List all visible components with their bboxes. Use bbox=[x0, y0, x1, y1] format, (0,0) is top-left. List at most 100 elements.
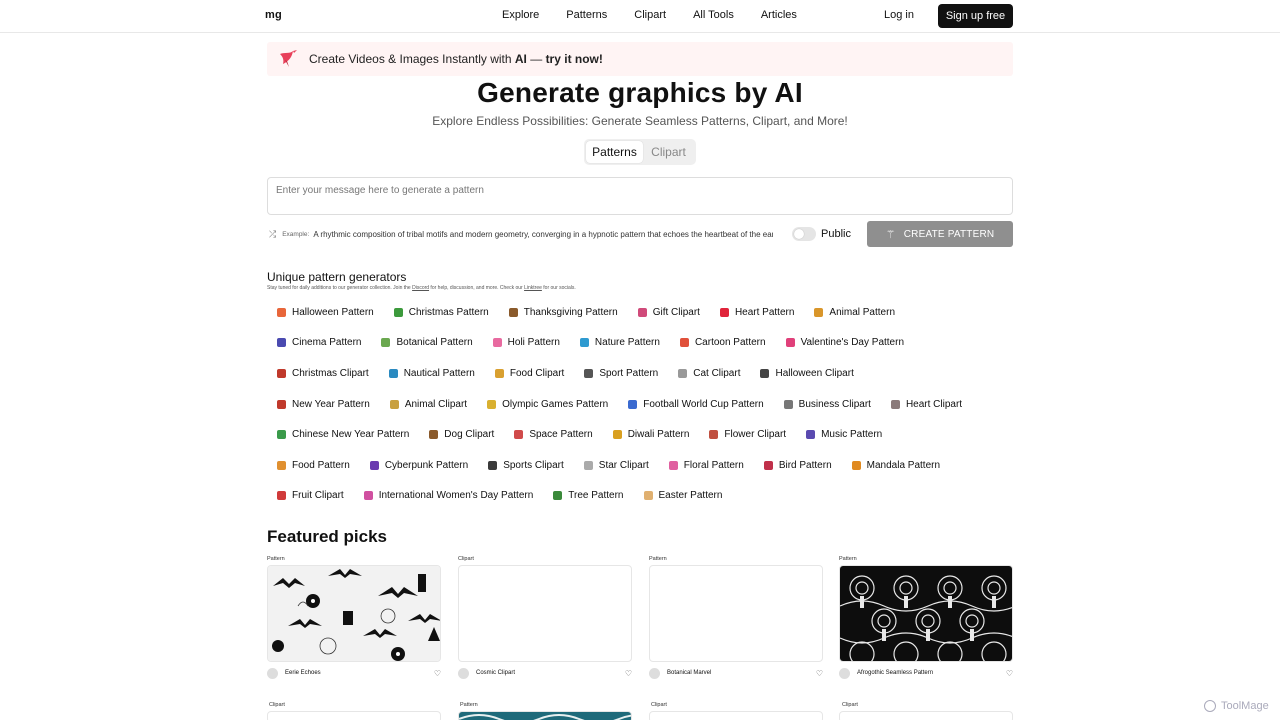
featured-card[interactable]: Pattern bbox=[839, 556, 1013, 679]
card-thumbnail[interactable] bbox=[458, 711, 632, 720]
shuffle-icon[interactable]: ⤮ bbox=[269, 229, 276, 240]
card-thumbnail-blank[interactable] bbox=[458, 565, 632, 662]
generator-chip[interactable]: Food Clipart bbox=[485, 360, 574, 386]
nav-clipart[interactable]: Clipart bbox=[634, 9, 666, 21]
generator-chip[interactable]: Gift Clipart bbox=[628, 299, 710, 325]
create-pattern-button[interactable]: ⚚ CREATE PATTERN bbox=[867, 221, 1013, 247]
discord-link[interactable]: Discord bbox=[412, 285, 429, 291]
tab-patterns[interactable]: Patterns bbox=[586, 141, 643, 163]
heart-icon[interactable]: ♡ bbox=[434, 669, 441, 678]
generator-chip[interactable]: Sports Clipart bbox=[478, 452, 574, 478]
generator-emoji-icon bbox=[814, 307, 824, 317]
generator-chip[interactable]: Diwali Pattern bbox=[603, 422, 700, 448]
generator-chip[interactable]: Music Pattern bbox=[796, 422, 892, 448]
author-avatar[interactable] bbox=[839, 667, 850, 679]
generator-chip[interactable]: Cinema Pattern bbox=[267, 330, 371, 356]
generator-chip-label: Olympic Games Pattern bbox=[502, 398, 609, 410]
generator-chip[interactable]: International Women's Day Pattern bbox=[354, 483, 544, 509]
nav-articles[interactable]: Articles bbox=[761, 9, 797, 21]
generator-chip[interactable]: Olympic Games Pattern bbox=[477, 391, 618, 417]
generator-chip[interactable]: Star Clipart bbox=[574, 452, 659, 478]
generator-chip[interactable]: Botanical Pattern bbox=[371, 330, 482, 356]
nav-all-tools[interactable]: All Tools bbox=[693, 9, 734, 21]
generator-chip[interactable]: Heart Pattern bbox=[710, 299, 804, 325]
generator-chip[interactable]: Food Pattern bbox=[267, 452, 360, 478]
generator-chip-label: Business Clipart bbox=[798, 398, 871, 410]
linktree-link[interactable]: Linktree bbox=[524, 285, 542, 291]
tab-clipart[interactable]: Clipart bbox=[643, 141, 694, 163]
card-title[interactable]: Botanical Marvel bbox=[667, 670, 816, 676]
card-title[interactable]: Eerie Echoes bbox=[285, 670, 434, 676]
generator-emoji-icon bbox=[678, 368, 688, 378]
generator-chip[interactable]: Business Clipart bbox=[774, 391, 881, 417]
site-logo[interactable]: mg bbox=[265, 9, 282, 21]
generator-chip[interactable]: Space Pattern bbox=[504, 422, 602, 448]
nav-patterns[interactable]: Patterns bbox=[566, 9, 607, 21]
generator-chip[interactable]: Halloween Clipart bbox=[750, 360, 863, 386]
login-link[interactable]: Log in bbox=[884, 9, 914, 21]
generator-chip[interactable]: Heart Clipart bbox=[881, 391, 972, 417]
card-title[interactable]: Afrogothic Seamless Pattern bbox=[857, 670, 1006, 676]
card-thumbnail[interactable] bbox=[839, 711, 1013, 720]
generator-chip[interactable]: Holi Pattern bbox=[483, 330, 570, 356]
featured-card[interactable]: Pattern Botanical Marvel ♡ bbox=[649, 556, 823, 679]
generator-chip[interactable]: Cat Clipart bbox=[668, 360, 750, 386]
heart-icon[interactable]: ♡ bbox=[816, 669, 823, 678]
example-prompt[interactable]: ⤮ Example: A rhythmic composition of tri… bbox=[269, 228, 773, 240]
generator-chip[interactable]: Animal Pattern bbox=[804, 299, 905, 325]
generator-emoji-icon bbox=[584, 368, 594, 378]
generator-emoji-icon bbox=[492, 338, 502, 348]
generator-chip[interactable]: Floral Pattern bbox=[659, 452, 754, 478]
generator-chip[interactable]: Fruit Clipart bbox=[267, 483, 354, 509]
prompt-input[interactable]: Enter your message here to generate a pa… bbox=[267, 177, 1013, 215]
generator-chip[interactable]: Easter Pattern bbox=[634, 483, 733, 509]
card-thumbnail-blank[interactable] bbox=[649, 565, 823, 662]
generator-emoji-icon bbox=[369, 460, 379, 470]
signup-button[interactable]: Sign up free bbox=[938, 4, 1013, 28]
generator-chip[interactable]: Halloween Pattern bbox=[267, 299, 384, 325]
generator-chip[interactable]: Valentine's Day Pattern bbox=[776, 330, 914, 356]
public-toggle[interactable] bbox=[792, 227, 816, 241]
generator-chip[interactable]: Flower Clipart bbox=[699, 422, 796, 448]
generator-chip[interactable]: Thanksgiving Pattern bbox=[499, 299, 628, 325]
generator-chip[interactable]: Tree Pattern bbox=[543, 483, 633, 509]
heart-icon[interactable]: ♡ bbox=[625, 669, 632, 678]
heart-icon[interactable]: ♡ bbox=[1006, 669, 1013, 678]
card-thumbnail[interactable] bbox=[267, 711, 441, 720]
generator-chip[interactable]: Cartoon Pattern bbox=[670, 330, 776, 356]
generator-chip-label: Mandala Pattern bbox=[866, 459, 941, 471]
author-avatar[interactable] bbox=[458, 667, 469, 679]
generator-emoji-icon bbox=[508, 307, 518, 317]
author-avatar[interactable] bbox=[267, 667, 278, 679]
card-thumbnail[interactable] bbox=[649, 711, 823, 720]
featured-card[interactable]: Pattern bbox=[267, 556, 441, 679]
card-thumbnail-gothic[interactable] bbox=[839, 565, 1013, 662]
card-thumbnail-halloween[interactable] bbox=[267, 565, 441, 662]
generator-chip[interactable]: Christmas Clipart bbox=[267, 360, 379, 386]
generator-chip[interactable]: Mandala Pattern bbox=[842, 452, 950, 478]
generator-emoji-icon bbox=[277, 368, 286, 378]
generator-chip[interactable]: Bird Pattern bbox=[754, 452, 842, 478]
promo-banner[interactable]: Create Videos & Images Instantly with AI… bbox=[267, 42, 1013, 76]
page-title: Generate graphics by AI bbox=[477, 77, 803, 108]
nav-explore[interactable]: Explore bbox=[502, 9, 539, 21]
generator-chip[interactable]: Cyberpunk Pattern bbox=[360, 452, 478, 478]
generator-chip[interactable]: Dog Clipart bbox=[419, 422, 504, 448]
generator-chip[interactable]: New Year Pattern bbox=[267, 391, 380, 417]
generator-chip[interactable]: Christmas Pattern bbox=[384, 299, 499, 325]
author-avatar[interactable] bbox=[649, 667, 660, 679]
generator-chip[interactable]: Nature Pattern bbox=[570, 330, 670, 356]
generator-chip[interactable]: Nautical Pattern bbox=[379, 360, 485, 386]
watermark: ToolMage bbox=[1204, 700, 1269, 712]
generator-chip[interactable]: Football World Cup Pattern bbox=[618, 391, 773, 417]
generator-emoji-icon bbox=[579, 338, 589, 348]
generator-chip[interactable]: Sport Pattern bbox=[574, 360, 668, 386]
generator-chip[interactable]: Animal Clipart bbox=[380, 391, 477, 417]
featured-card[interactable]: Clipart Cosmic Clipart ♡ bbox=[458, 556, 632, 679]
generator-chip-label: Gift Clipart bbox=[652, 306, 700, 318]
card-title[interactable]: Cosmic Clipart bbox=[476, 670, 625, 676]
generator-chip-label: Animal Pattern bbox=[829, 306, 896, 318]
generator-chip-label: Halloween Pattern bbox=[292, 306, 374, 318]
generator-chip-label: Heart Clipart bbox=[905, 398, 963, 410]
generator-chip[interactable]: Chinese New Year Pattern bbox=[267, 422, 419, 448]
